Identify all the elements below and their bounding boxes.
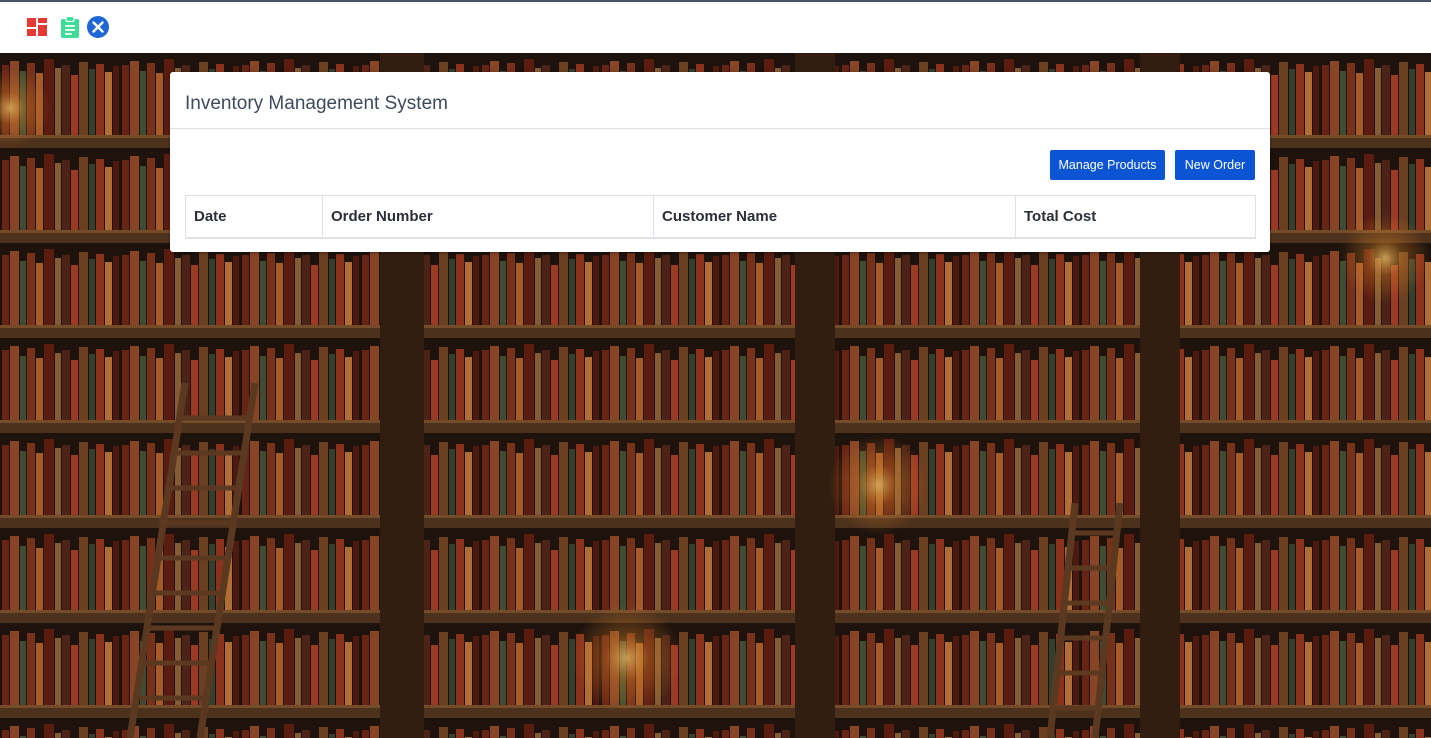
table-header-row: Date Order Number Customer Name Total Co… [185,195,1256,239]
new-order-button[interactable]: New Order [1175,150,1255,180]
page-title: Inventory Management System [185,93,448,114]
dashboard-icon[interactable] [25,15,49,39]
close-circle-icon[interactable] [86,15,110,39]
column-header-order-number[interactable]: Order Number [322,195,654,239]
column-header-customer-name[interactable]: Customer Name [653,195,1016,239]
card-header: Inventory Management System [170,72,1270,129]
column-header-total-cost[interactable]: Total Cost [1015,195,1256,239]
orders-card: Inventory Management System Manage Produ… [170,72,1270,252]
clipboard-icon[interactable] [58,15,82,39]
app-toolbar [0,0,1431,53]
manage-products-button[interactable]: Manage Products [1050,150,1165,180]
orders-table: Date Order Number Customer Name Total Co… [185,195,1256,239]
column-header-date[interactable]: Date [185,195,323,239]
